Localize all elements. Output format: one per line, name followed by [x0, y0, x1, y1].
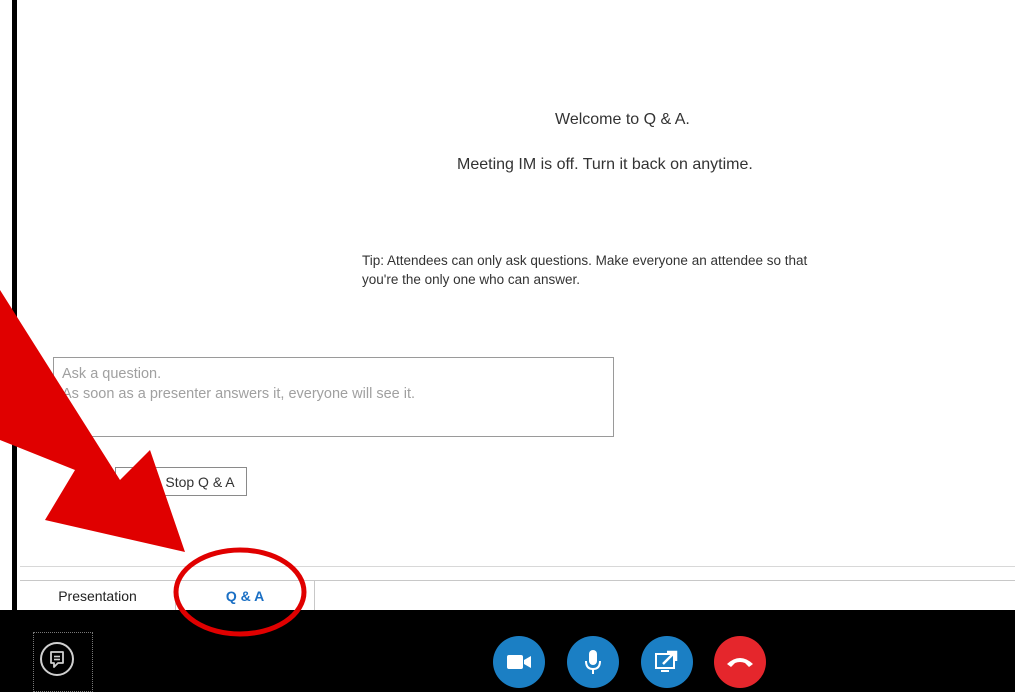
meeting-im-status: Meeting IM is off. Turn it back on anyti… — [457, 156, 753, 173]
microphone-button[interactable] — [567, 636, 619, 688]
submit-button[interactable] — [115, 467, 151, 496]
share-screen-icon — [655, 650, 678, 672]
left-edge-stripe — [12, 0, 17, 610]
meeting-controls-bar — [0, 610, 1015, 692]
microphone-icon — [585, 650, 601, 674]
tab-presentation[interactable]: Presentation — [40, 581, 155, 610]
tab-qa[interactable]: Q & A — [175, 581, 315, 611]
video-camera-icon — [507, 655, 531, 669]
tip-text: Tip: Attendees can only ask questions. M… — [362, 251, 922, 289]
left-edge — [0, 0, 20, 692]
tip-line-1: Tip: Attendees can only ask questions. M… — [362, 253, 808, 268]
video-button[interactable] — [493, 636, 545, 688]
hang-up-button[interactable] — [714, 636, 766, 688]
qa-pane: Welcome to Q & A. Meeting IM is off. Tur… — [20, 0, 1015, 611]
chat-button[interactable] — [33, 632, 93, 692]
share-screen-button[interactable] — [641, 636, 693, 688]
welcome-title: Welcome to Q & A. — [555, 111, 690, 128]
tab-divider — [20, 566, 1015, 567]
question-input[interactable]: Ask a question. As soon as a presenter a… — [53, 357, 614, 437]
stop-qa-button[interactable]: Stop Q & A — [153, 467, 247, 496]
tab-bar: Presentation Q & A — [20, 580, 1015, 611]
question-placeholder-line-2: As soon as a presenter answers it, every… — [62, 386, 415, 402]
hang-up-icon — [727, 658, 753, 667]
tip-line-2: you're the only one who can answer. — [362, 272, 580, 287]
chat-icon — [40, 642, 74, 676]
question-placeholder-line-1: Ask a question. — [62, 366, 162, 382]
